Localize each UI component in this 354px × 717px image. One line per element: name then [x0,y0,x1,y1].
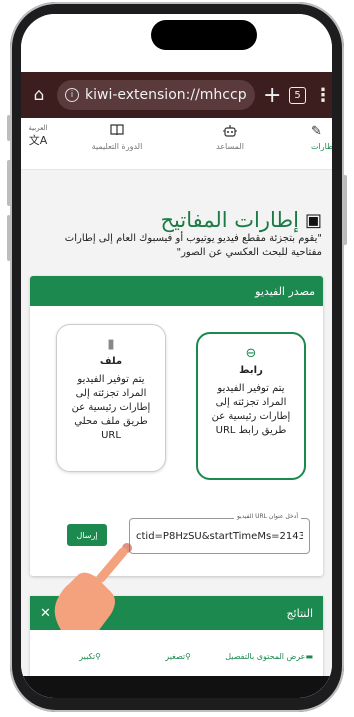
keyframes-icon: ✎ [311,124,322,139]
nav-item-assistant[interactable]: المساعد [205,124,255,151]
option-link[interactable]: ⊖ رابط يتم توفير الفيديو المراد تجزئته إ… [196,332,306,480]
home-icon[interactable]: ⌂ [29,85,49,105]
new-tab-icon[interactable]: + [263,83,281,108]
url-text: kiwi-extension://mhccp [85,87,247,103]
details-label: عرض المحتوى بالتفصيل [225,652,306,661]
option-label: رابط [239,365,263,376]
browser-toolbar: ⌂ i kiwi-extension://mhccp + 5 ⋮ [21,72,332,118]
robot-icon [205,124,255,142]
menu-icon[interactable]: ⋮ [314,85,332,106]
page-title: ▣ إطارات المفاتيح [160,208,322,232]
option-file[interactable]: ▮ ملف يتم توفير الفيديو المراد تجزئته إل… [56,324,166,472]
top-nav: العربية 文A الدورة التعليمية المساعد ✎ إط… [21,118,332,170]
zoom-out-button[interactable]: ⚲ تصغير [165,652,191,661]
nav-item-label: الدورة التعليمية [91,142,143,151]
camera-notch [151,20,257,50]
home-indicator [21,676,332,698]
zoom-in-label: تكبير [79,652,96,661]
video-url-field: أدخل عنوان URL الفيديو [129,513,310,554]
details-button[interactable]: ▬ عرض المحتوى بالتفصيل [225,652,313,661]
file-icon: ▮ [107,337,115,352]
video-source-card: مصدر الفيديو ⊖ رابط يتم توفير الفيديو ال… [30,276,323,576]
film-icon: ▣ [304,209,322,231]
nav-item-course[interactable]: الدورة التعليمية [77,124,157,151]
address-bar[interactable]: i kiwi-extension://mhccp [57,80,255,110]
tab-count-button[interactable]: 5 [289,86,306,104]
page-title-text: إطارات المفاتيح [160,208,299,232]
page-description: "يقوم بتجزئة مقطع فيديو يوتيوب أو فيسبوك… [64,233,322,258]
nav-item-label: العربية [28,124,48,132]
link-icon: ⊖ [245,346,257,361]
results-title: النتائج [286,606,313,620]
video-source-header: مصدر الفيديو [30,276,323,306]
option-label: ملف [99,356,123,367]
side-button [7,215,11,261]
nav-item-language[interactable]: العربية 文A [23,124,53,147]
tap-gesture-icon [54,543,132,630]
side-button [7,160,11,206]
info-icon[interactable]: i [65,88,79,102]
option-text: يتم توفير الفيديو المراد تجزئته إلى إطار… [71,374,151,441]
phone-screen: ⌂ i kiwi-extension://mhccp + 5 ⋮ العربية… [21,14,332,698]
option-text: يتم توفير الفيديو المراد تجزئته إلى إطار… [211,383,291,436]
side-button [7,115,11,141]
book-icon [77,124,157,142]
nav-item-label: إطارات [311,142,332,151]
zoom-out-label: تصغير [165,652,186,661]
power-button [343,175,347,245]
stage: ⌂ i kiwi-extension://mhccp + 5 ⋮ العربية… [0,0,354,717]
nav-item-keyframes[interactable]: ✎ إطارات [311,124,332,151]
translate-icon: العربية 文A [23,124,53,147]
video-url-input[interactable] [130,519,309,553]
zoom-in-button[interactable]: ⚲ تكبير [79,652,101,661]
results-toolbar: ▬ عرض المحتوى بالتفصيل ⚲ تصغير ⚲ تكبير [30,652,323,670]
nav-item-label: المساعد [216,142,244,151]
